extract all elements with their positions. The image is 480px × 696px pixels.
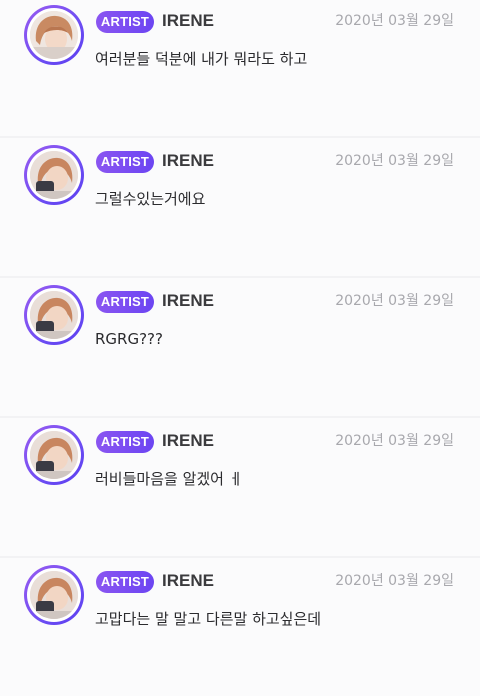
post-card[interactable]: ARTIST IRENE 2020년 03월 29일 여러분들 덕분에 내가 뭐… — [0, 0, 480, 136]
avatar-photo — [30, 151, 78, 199]
avatar-photo — [30, 571, 78, 619]
post-message: 여러분들 덕분에 내가 뭐라도 하고 — [95, 50, 308, 68]
avatar[interactable] — [24, 285, 84, 345]
author-name[interactable]: IRENE — [162, 10, 214, 32]
post-message: 고맙다는 말 말고 다른말 하고싶은데 — [95, 610, 322, 628]
post-date: 2020년 03월 29일 — [335, 293, 454, 309]
post-date: 2020년 03월 29일 — [335, 153, 454, 169]
post-card[interactable]: ARTIST IRENE 2020년 03월 29일 RGRG??? — [0, 278, 480, 416]
post-card[interactable]: ARTIST IRENE 2020년 03월 29일 러비들마음을 알겠어 ㅔ — [0, 418, 480, 556]
post-message: 러비들마음을 알겠어 ㅔ — [95, 470, 243, 488]
artist-badge: ARTIST — [96, 431, 154, 453]
author-name[interactable]: IRENE — [162, 570, 214, 592]
avatar[interactable] — [24, 5, 84, 65]
avatar[interactable] — [24, 145, 84, 205]
post-message: 그럴수있는거에요 — [95, 190, 206, 208]
artist-badge: ARTIST — [96, 11, 154, 33]
author-name[interactable]: IRENE — [162, 150, 214, 172]
author-name[interactable]: IRENE — [162, 290, 214, 312]
avatar-photo — [30, 431, 78, 479]
artist-badge: ARTIST — [96, 571, 154, 593]
post-date: 2020년 03월 29일 — [335, 573, 454, 589]
post-card[interactable]: ARTIST IRENE 2020년 03월 29일 고맙다는 말 말고 다른말… — [0, 558, 480, 696]
post-message: RGRG??? — [95, 330, 163, 348]
artist-badge: ARTIST — [96, 291, 154, 313]
avatar[interactable] — [24, 565, 84, 625]
author-name[interactable]: IRENE — [162, 430, 214, 452]
avatar-photo — [30, 11, 78, 59]
avatar-photo — [30, 291, 78, 339]
post-date: 2020년 03월 29일 — [335, 13, 454, 29]
post-feed: ARTIST IRENE 2020년 03월 29일 여러분들 덕분에 내가 뭐… — [0, 0, 480, 696]
artist-badge: ARTIST — [96, 151, 154, 173]
post-card[interactable]: ARTIST IRENE 2020년 03월 29일 그럴수있는거에요 — [0, 138, 480, 276]
avatar[interactable] — [24, 425, 84, 485]
post-date: 2020년 03월 29일 — [335, 433, 454, 449]
